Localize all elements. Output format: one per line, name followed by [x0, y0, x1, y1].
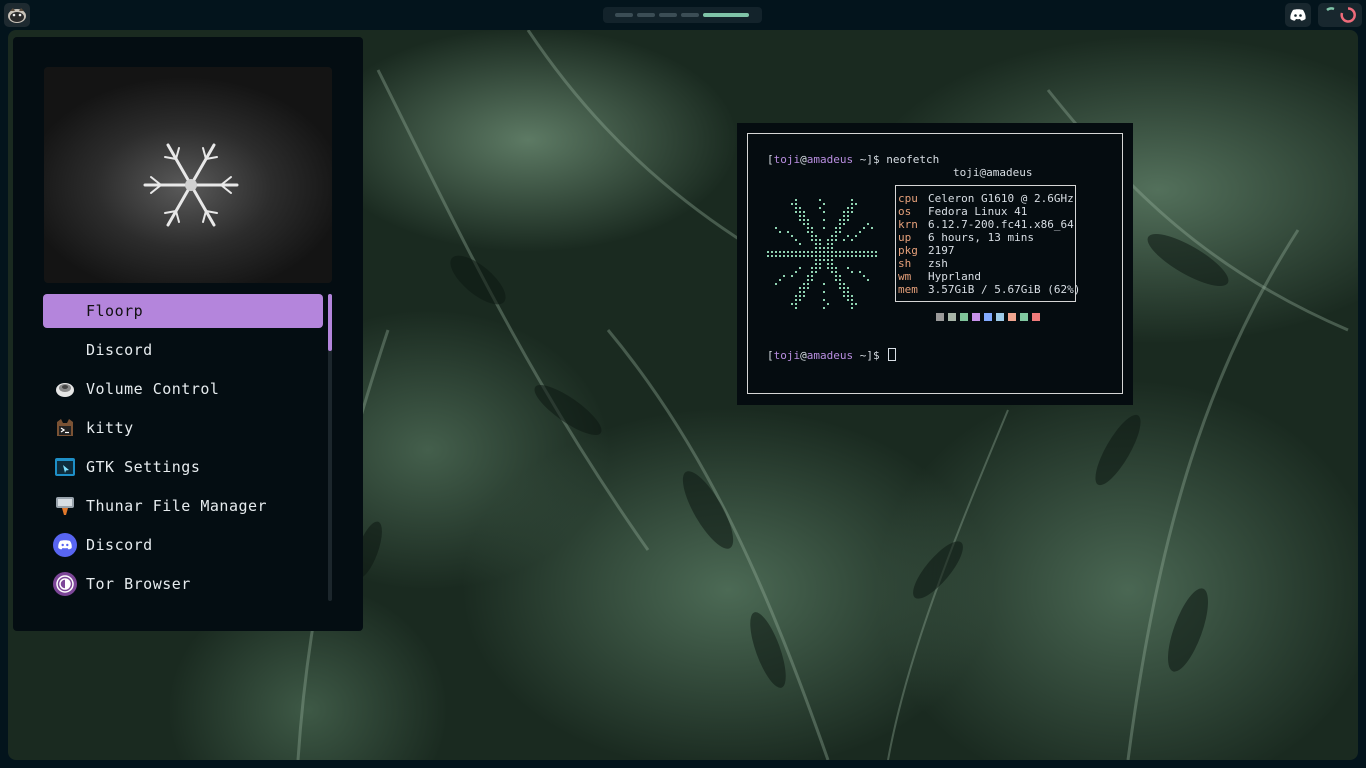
thunar-icon	[53, 494, 77, 518]
discord-icon	[1290, 9, 1306, 21]
workspace-5[interactable]	[703, 13, 749, 17]
prompt-user: toji	[773, 153, 801, 166]
palette-swatch	[1008, 313, 1016, 321]
snowflake-graphic	[143, 143, 239, 227]
tor-browser-icon	[53, 572, 77, 596]
info-value: 6.12.7-200.fc41.x86_64	[928, 218, 1074, 231]
launcher-scrollbar[interactable]	[328, 294, 332, 601]
palette-swatch	[960, 313, 968, 321]
neofetch-title: toji@amadeus	[953, 166, 1033, 179]
prompt-bracket: [	[767, 349, 774, 362]
info-row-os: os Fedora Linux 41	[898, 205, 1027, 218]
terminal-prompt-line-2[interactable]: [toji@amadeus ~]$	[767, 348, 897, 362]
prompt-at: @	[800, 349, 807, 362]
discord-tray-button[interactable]	[1285, 3, 1311, 27]
system-info-box: cpu Celeron G1610 @ 2.6GHz os Fedora Linux …	[895, 185, 1080, 302]
prompt-suffix: ~]$	[853, 153, 887, 166]
app-item-label: kitty	[86, 419, 134, 437]
info-key: wm	[898, 270, 912, 283]
prompt-host: amadeus	[806, 153, 854, 166]
app-item-label: Tor Browser	[86, 575, 191, 593]
info-value: Hyprland	[928, 270, 981, 283]
info-row-cpu: cpu Celeron G1610 @ 2.6GHz	[898, 192, 1074, 205]
prompt-command: neofetch	[886, 153, 940, 166]
app-item-label: Thunar File Manager	[86, 497, 268, 515]
power-status-button[interactable]	[1318, 3, 1362, 27]
app-item-floorp[interactable]: Floorp	[43, 294, 323, 328]
app-item-label: Volume Control	[86, 380, 220, 398]
info-key: os	[898, 205, 912, 218]
palette-swatch	[936, 313, 944, 321]
prompt-suffix: ~]$	[853, 349, 887, 362]
discord-icon	[53, 533, 77, 557]
power-ring-icon	[1340, 7, 1356, 23]
palette-swatch	[948, 313, 956, 321]
palette-swatch	[984, 313, 992, 321]
workspace-indicator	[603, 7, 762, 23]
info-row-krn: krn 6.12.7-200.fc41.x86_64	[898, 218, 1074, 231]
prompt-host: amadeus	[806, 349, 854, 362]
volume-control-icon	[53, 377, 77, 401]
info-value: Fedora Linux 41	[928, 205, 1028, 218]
prompt-user: toji	[773, 349, 801, 362]
info-key: krn	[898, 218, 918, 231]
info-key: sh	[898, 257, 912, 270]
palette-swatch	[1020, 313, 1028, 321]
app-item-thunar[interactable]: Thunar File Manager	[43, 489, 323, 523]
app-launcher-button[interactable]	[4, 3, 30, 27]
top-bar	[0, 0, 1366, 30]
info-key: cpu	[898, 192, 918, 205]
launcher-scroll-thumb[interactable]	[328, 294, 332, 351]
ascii-snowflake-logo	[767, 199, 877, 309]
info-value: zsh	[928, 257, 948, 270]
color-palette	[936, 313, 1040, 321]
app-item-label: GTK Settings	[86, 458, 201, 476]
app-item-label: Floorp	[86, 302, 144, 320]
prompt-bracket: [	[767, 153, 774, 166]
app-item-discord[interactable]: Discord	[43, 333, 323, 367]
snowflake-banner-image	[44, 67, 332, 283]
info-value: 2197	[928, 244, 955, 257]
info-row-wm: wm Hyprland	[898, 270, 981, 283]
terminal-cursor	[888, 348, 897, 361]
workspace-1[interactable]	[615, 13, 633, 17]
info-row-mem: mem 3.57GiB / 5.67GiB (62%)	[898, 283, 1080, 296]
workspace-4[interactable]	[681, 13, 699, 17]
terminal-prompt-line: [toji@amadeus ~]$ neofetch	[767, 153, 939, 166]
info-value: 3.57GiB / 5.67GiB (62%)	[928, 283, 1081, 296]
app-item-label: Discord	[86, 341, 153, 359]
battery-ring-icon	[1326, 7, 1335, 12]
app-item-discord-2[interactable]: Discord	[43, 528, 323, 562]
badger-avatar-icon	[8, 8, 26, 23]
info-key: mem	[898, 283, 918, 296]
palette-swatch	[1032, 313, 1040, 321]
info-value: Celeron G1610 @ 2.6GHz	[928, 192, 1074, 205]
workspace-2[interactable]	[637, 13, 655, 17]
info-row-sh: sh zsh	[898, 257, 948, 270]
app-item-label: Discord	[86, 536, 153, 554]
palette-swatch	[996, 313, 1004, 321]
info-value: 6 hours, 13 mins	[928, 231, 1034, 244]
kitty-terminal-window[interactable]: [toji@amadeus ~]$ neofetch toji@amadeus …	[737, 123, 1133, 405]
info-key: up	[898, 231, 912, 244]
app-list: Floorp Discord Volume Control kitty GTK …	[43, 294, 323, 606]
gtk-settings-icon	[53, 455, 77, 479]
prompt-at: @	[800, 153, 807, 166]
info-key: pkg	[898, 244, 918, 257]
app-item-kitty[interactable]: kitty	[43, 411, 323, 445]
info-row-pkg: pkg 2197	[898, 244, 955, 257]
palette-swatch	[972, 313, 980, 321]
app-item-volume-control[interactable]: Volume Control	[43, 372, 323, 406]
workspace-3[interactable]	[659, 13, 677, 17]
kitty-icon	[53, 416, 77, 440]
app-item-tor-browser[interactable]: Tor Browser	[43, 567, 323, 601]
info-row-up: up 6 hours, 13 mins	[898, 231, 1034, 244]
app-launcher-panel: Floorp Discord Volume Control kitty GTK …	[13, 37, 363, 631]
app-item-gtk-settings[interactable]: GTK Settings	[43, 450, 323, 484]
